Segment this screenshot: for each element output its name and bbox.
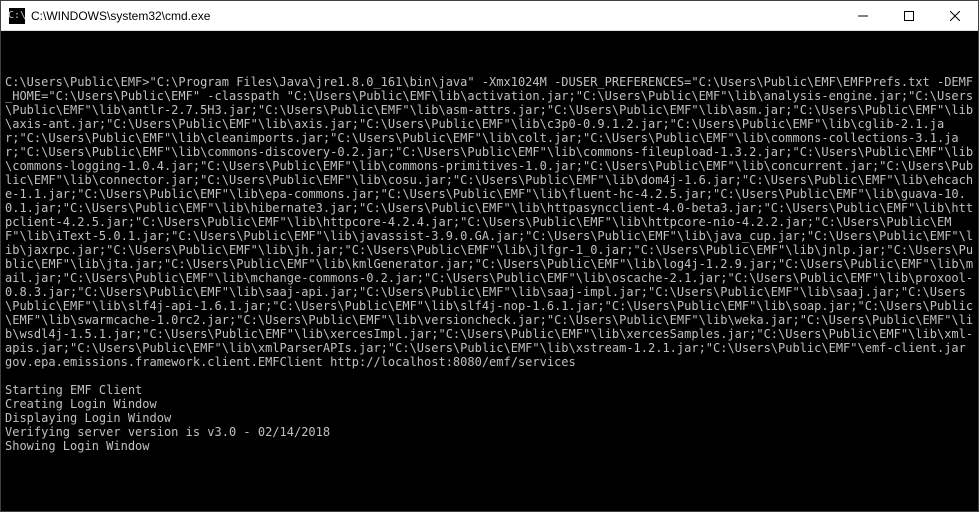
close-icon — [950, 11, 960, 21]
window-titlebar: C:\ C:\WINDOWS\system32\cmd.exe — [1, 1, 978, 31]
close-button[interactable] — [932, 1, 978, 30]
minimize-button[interactable] — [840, 1, 886, 30]
terminal-status-line: Verifying server version is v3.0 - 02/14… — [5, 425, 974, 439]
terminal-status-line: Showing Login Window — [5, 439, 974, 453]
terminal-status-line: Creating Login Window — [5, 397, 974, 411]
window-controls — [840, 1, 978, 30]
terminal-command-block: C:\Users\Public\EMF>"C:\Program Files\Ja… — [5, 75, 974, 369]
window-title: C:\WINDOWS\system32\cmd.exe — [31, 9, 840, 23]
cmd-icon: C:\ — [9, 8, 25, 24]
minimize-icon — [858, 11, 868, 21]
terminal-status-line: Starting EMF Client — [5, 383, 974, 397]
terminal-output[interactable]: C:\Users\Public\EMF>"C:\Program Files\Ja… — [1, 31, 978, 511]
terminal-status-lines: Starting EMF ClientCreating Login Window… — [5, 383, 974, 453]
maximize-button[interactable] — [886, 1, 932, 30]
terminal-status-line: Displaying Login Window — [5, 411, 974, 425]
terminal-blank-line — [5, 47, 974, 61]
maximize-icon — [904, 11, 914, 21]
